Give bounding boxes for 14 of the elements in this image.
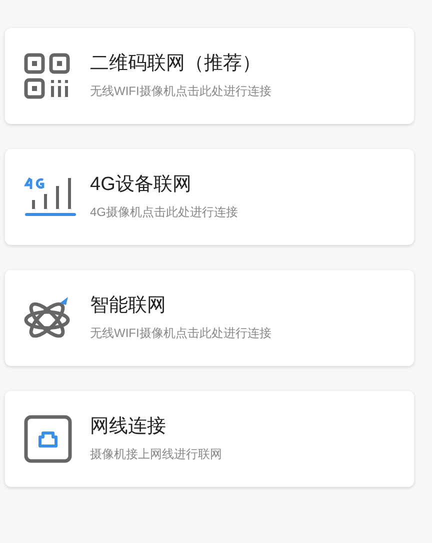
option-title: 4G设备联网 — [90, 173, 192, 197]
option-title: 二维码联网（推荐） — [90, 52, 262, 76]
option-title: 智能联网 — [90, 294, 167, 318]
connection-option-card[interactable]: 4G设备联网 4G摄像机点击此处进行连接 — [5, 149, 414, 245]
qr-code-icon — [24, 53, 70, 99]
connection-option-card[interactable]: 智能联网 无线WIFI摄像机点击此处进行连接 — [5, 270, 414, 366]
connection-option-card[interactable]: 网线连接 摄像机接上网线进行联网 — [5, 391, 414, 487]
connection-option-card[interactable]: 二维码联网（推荐） 无线WIFI摄像机点击此处进行连接 — [5, 28, 414, 124]
option-title: 网线连接 — [90, 415, 167, 439]
option-description: 无线WIFI摄像机点击此处进行连接 — [90, 324, 272, 342]
option-description: 摄像机接上网线进行联网 — [90, 446, 222, 463]
option-description: 4G摄像机点击此处进行连接 — [90, 204, 238, 221]
option-description: 无线WIFI摄像机点击此处进行连接 — [90, 82, 272, 100]
ethernet-port-icon — [24, 415, 72, 463]
